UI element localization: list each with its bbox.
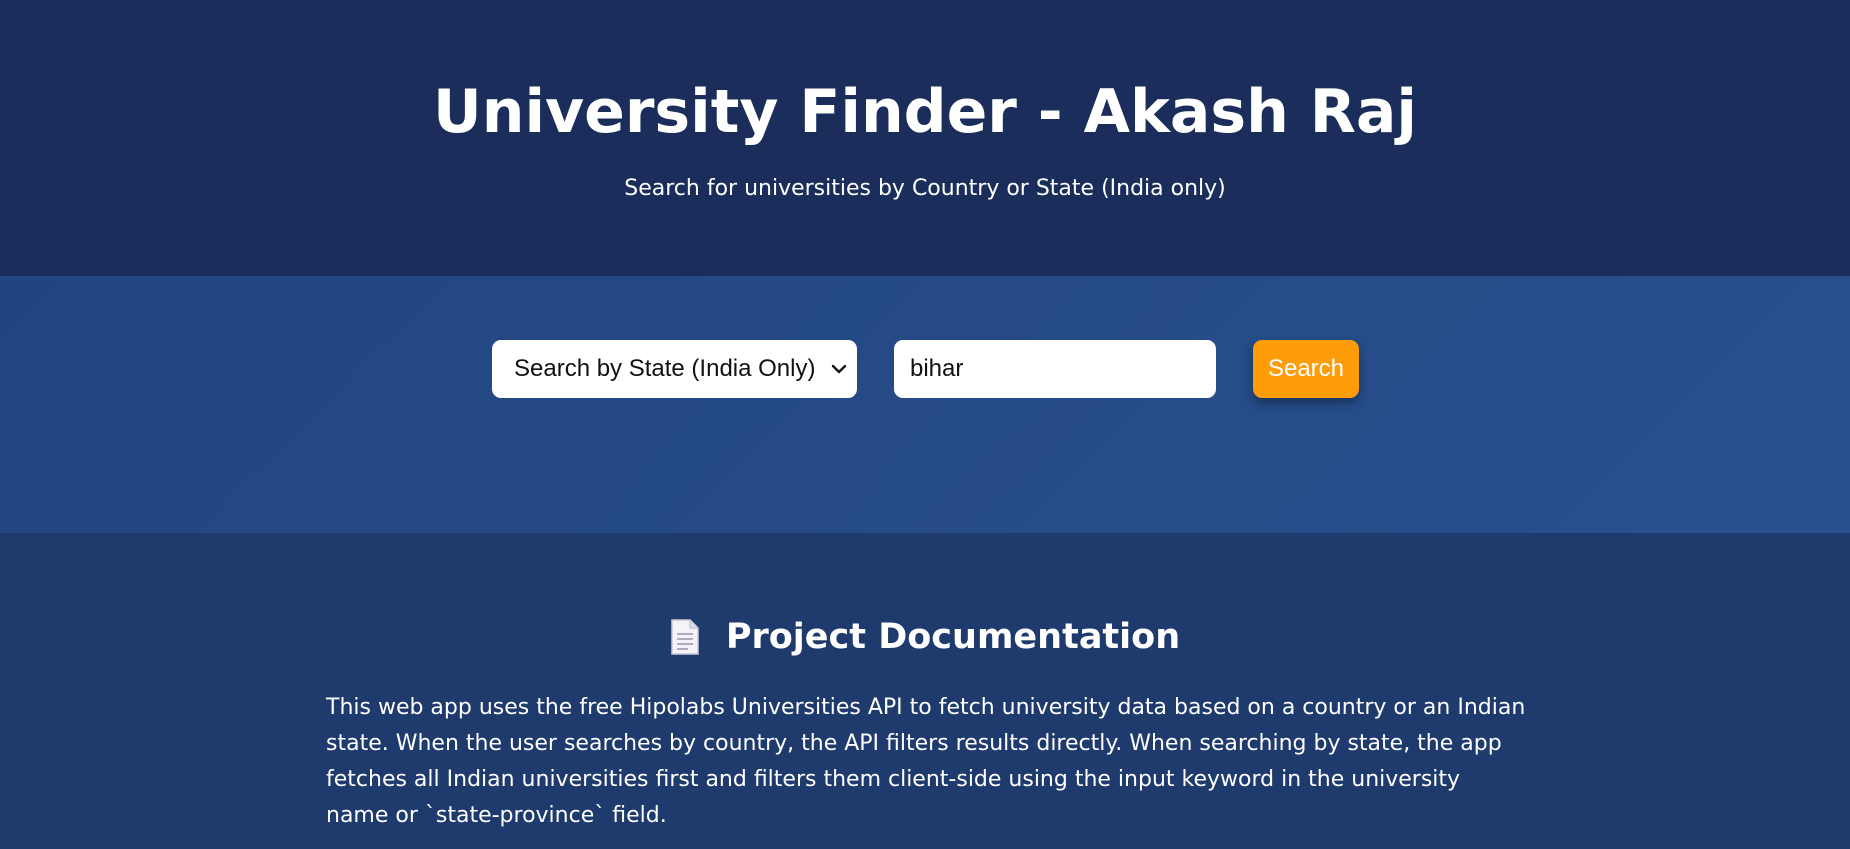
documentation-heading: Project Documentation bbox=[0, 615, 1850, 659]
page-title: University Finder - Akash Raj bbox=[433, 77, 1417, 147]
chevron-down-icon bbox=[831, 364, 847, 374]
search-mode-value: Search by State (India Only) bbox=[514, 355, 816, 382]
search-mode-select[interactable]: Search by State (India Only) bbox=[492, 340, 857, 398]
search-button[interactable]: Search bbox=[1253, 340, 1359, 398]
search-button-label: Search bbox=[1267, 355, 1345, 382]
documentation-section: Project Documentation This web app uses … bbox=[0, 533, 1850, 849]
search-input[interactable]: bihar bbox=[894, 340, 1216, 398]
search-panel: Search by State (India Only) bihar Searc… bbox=[0, 276, 1850, 533]
search-input-value: bihar bbox=[910, 355, 964, 382]
page-header: University Finder - Akash Raj Search for… bbox=[0, 0, 1850, 276]
page-subtitle: Search for universities by Country or St… bbox=[624, 176, 1226, 201]
documentation-heading-text: Project Documentation bbox=[725, 617, 1181, 657]
document-icon bbox=[671, 619, 699, 655]
documentation-body: This web app uses the free Hipolabs Univ… bbox=[326, 695, 1526, 828]
